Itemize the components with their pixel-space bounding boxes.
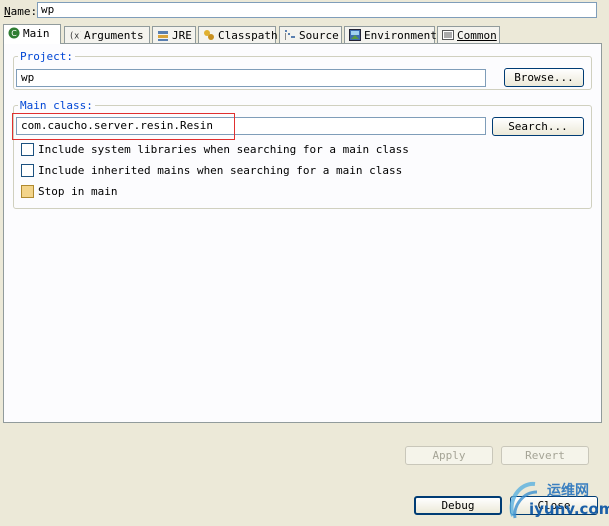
search-button[interactable]: Search... bbox=[492, 117, 584, 136]
include-system-libraries-checkbox[interactable] bbox=[21, 143, 34, 156]
highlight-annotation bbox=[12, 113, 235, 140]
arguments-icon: (x) bbox=[69, 31, 81, 41]
project-field[interactable]: wp bbox=[16, 69, 486, 87]
stop-in-main-checkbox[interactable] bbox=[21, 185, 34, 198]
stop-in-main-option[interactable]: Stop in main bbox=[21, 185, 117, 201]
watermark-logo: 运维网 iyunv.com bbox=[505, 476, 609, 523]
main-icon: C bbox=[8, 27, 20, 39]
apply-button[interactable]: Apply bbox=[405, 446, 493, 465]
include-inherited-mains-checkbox[interactable] bbox=[21, 164, 34, 177]
tab-bar: CMain (x)Arguments JRE Classpath Source … bbox=[3, 24, 603, 44]
browse-button[interactable]: Browse... bbox=[504, 68, 584, 87]
include-inherited-mains-option[interactable]: Include inherited mains when searching f… bbox=[21, 164, 402, 180]
svg-text:C: C bbox=[11, 29, 17, 38]
include-system-libraries-option[interactable]: Include system libraries when searching … bbox=[21, 143, 409, 159]
name-label: Name: bbox=[4, 5, 38, 18]
tab-classpath[interactable]: Classpath bbox=[198, 26, 278, 43]
project-legend: Project: bbox=[20, 50, 73, 63]
name-input[interactable]: wp bbox=[37, 2, 597, 18]
source-icon bbox=[285, 30, 295, 40]
tab-source[interactable]: Source bbox=[279, 26, 342, 43]
watermark-title: 运维网 bbox=[547, 483, 589, 499]
main-tab-panel: Project: wp Browse... Main class: com.ca… bbox=[3, 43, 602, 423]
tab-main[interactable]: C Main bbox=[3, 24, 61, 44]
environment-icon bbox=[349, 29, 361, 41]
svg-text:(x): (x) bbox=[69, 31, 81, 41]
tab-environment[interactable]: Environment bbox=[344, 26, 437, 43]
tab-arguments[interactable]: (x)Arguments bbox=[64, 26, 150, 43]
jre-icon bbox=[158, 31, 168, 41]
main-class-legend: Main class: bbox=[20, 99, 93, 112]
debug-button[interactable]: Debug bbox=[414, 496, 502, 515]
tab-common[interactable]: Common bbox=[437, 26, 500, 43]
watermark-domain: iyunv.com bbox=[529, 500, 609, 518]
revert-button[interactable]: Revert bbox=[501, 446, 589, 465]
tab-jre[interactable]: JRE bbox=[152, 26, 196, 43]
classpath-icon bbox=[204, 30, 214, 40]
common-icon bbox=[442, 30, 454, 40]
